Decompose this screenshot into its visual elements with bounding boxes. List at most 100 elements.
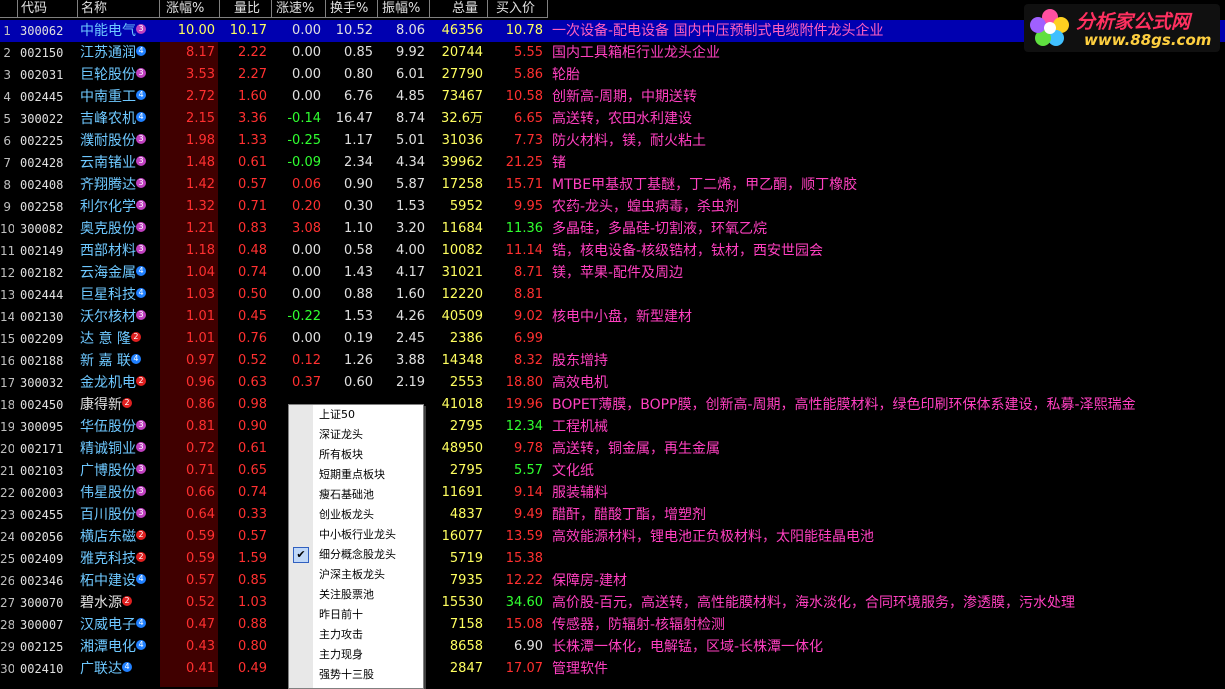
total-volume: 48950: [441, 441, 483, 456]
header-bid-price[interactable]: 买入价: [488, 0, 548, 18]
table-row[interactable]: 27 300070 0.52 1.03 15530 34.60 高价股-百元，高送转，高性能…: [0, 592, 1225, 614]
menu-item[interactable]: 沪深主板龙头: [289, 565, 423, 585]
stock-name-text: 达 意 隆: [80, 331, 131, 347]
menu-item[interactable]: 主力攻击: [289, 625, 423, 645]
turnover-percent: 6.76: [344, 89, 373, 104]
menu-item[interactable]: 强势十三股: [289, 665, 423, 685]
menu-item[interactable]: 短期重点板块: [289, 465, 423, 485]
table-row[interactable]: 10 300082 1.21 0.83 3.08 1.10 3.20 11684 11.36 多晶…: [0, 218, 1225, 240]
level-badge-icon: 3: [136, 508, 146, 518]
row-index: 12: [0, 266, 14, 280]
quote-grid[interactable]: 代码 名称 涨幅% 量比 涨速% 换手% 振幅% 总量 买入价 1 300062 1…: [0, 0, 1225, 687]
amplitude-percent: 8.74: [396, 111, 425, 126]
level-badge-icon: 2: [136, 376, 146, 386]
stock-code: 002188: [20, 354, 64, 368]
stock-name-text: 新 嘉 联: [80, 353, 131, 369]
table-row[interactable]: 18 002450 0.86 0.98 41018 19.96 BOPET薄膜，BOPP膜，…: [0, 394, 1225, 416]
menu-item[interactable]: 中小板行业龙头: [289, 525, 423, 545]
table-row[interactable]: 20 002171 0.72 0.61 48950 9.78 高送转，铜金属，再生金属 精诚铜…: [0, 438, 1225, 460]
amplitude-percent: 4.85: [396, 89, 425, 104]
change-percent: 1.01: [186, 309, 215, 324]
total-volume: 8658: [449, 639, 483, 654]
volume-ratio: 0.83: [238, 221, 267, 236]
stock-name-text: 西部材料: [80, 243, 136, 259]
row-index: 25: [0, 552, 14, 566]
table-row[interactable]: 7 002428 1.48 0.61 -0.09 2.34 4.34 39962 21.25 锗 云…: [0, 152, 1225, 174]
menu-item[interactable]: 关注股票池: [289, 585, 423, 605]
bid-price: 8.81: [514, 287, 543, 302]
volume-ratio: 0.98: [238, 397, 267, 412]
table-row[interactable]: 3 002031 3.53 2.27 0.00 0.80 6.01 27790 5.86 轮胎 巨轮…: [0, 64, 1225, 86]
change-percent: 1.98: [186, 133, 215, 148]
header-idx[interactable]: [0, 0, 18, 18]
table-row[interactable]: 30 002410 0.41 0.49 2847 17.07 管理软件 广联达 4: [0, 658, 1225, 680]
volume-ratio: 0.74: [238, 265, 267, 280]
stock-code: 002150: [20, 46, 64, 60]
turnover-percent: 1.26: [344, 353, 373, 368]
level-badge-icon: 3: [136, 68, 146, 78]
table-row[interactable]: 5 300022 2.15 3.36 -0.14 16.47 8.74 32.6万 6.65 高送…: [0, 108, 1225, 130]
table-row[interactable]: 12 002182 1.04 0.74 0.00 1.43 4.17 31021 8.71 镁，苹…: [0, 262, 1225, 284]
total-volume: 11684: [441, 221, 483, 236]
menu-item[interactable]: 所有板块: [289, 445, 423, 465]
stock-name-text: 广联达: [80, 661, 122, 677]
table-row[interactable]: 11 002149 1.18 0.48 0.00 0.58 4.00 10082 11.14 锆，…: [0, 240, 1225, 262]
change-percent: 0.41: [186, 661, 215, 676]
header-change[interactable]: 涨幅%: [160, 0, 220, 18]
stock-code: 300082: [20, 222, 64, 236]
header-total-volume[interactable]: 总量: [430, 0, 488, 18]
speed-percent: 0.37: [292, 375, 321, 390]
table-row[interactable]: 15 002209 1.01 0.76 0.00 0.19 2.45 2386 6.99 达 意 …: [0, 328, 1225, 350]
speed-percent: 0.00: [292, 89, 321, 104]
bid-price: 9.02: [514, 309, 543, 324]
table-row[interactable]: 6 002225 1.98 1.33 -0.25 1.17 5.01 31036 7.73 防火材…: [0, 130, 1225, 152]
stock-name: 巨轮股份 3: [80, 64, 158, 86]
menu-item[interactable]: 瘦石基础池: [289, 485, 423, 505]
stock-name: 广博股份 3: [80, 460, 158, 482]
table-row[interactable]: 22 002003 0.66 0.74 11691 9.14 服装辅料 伟星股份 3: [0, 482, 1225, 504]
volume-ratio: 1.60: [238, 89, 267, 104]
table-row[interactable]: 9 002258 1.32 0.71 0.20 0.30 1.53 5952 9.95 农药-龙头…: [0, 196, 1225, 218]
header-speed[interactable]: 涨速%: [272, 0, 326, 18]
menu-item-label: 深证龙头: [319, 428, 363, 441]
table-row[interactable]: 16 002188 0.97 0.52 0.12 1.26 3.88 14348 8.32 股东增…: [0, 350, 1225, 372]
table-row[interactable]: 8 002408 1.42 0.57 0.06 0.90 5.87 17258 15.71 MTB…: [0, 174, 1225, 196]
table-row[interactable]: 26 002346 0.57 0.85 7935 12.22 保障房-建材 柘中建设 4: [0, 570, 1225, 592]
table-row[interactable]: 24 002056 0.59 0.57 16077 13.59 高效能源材料，锂电池正负极材…: [0, 526, 1225, 548]
total-volume: 32.6万: [441, 111, 483, 126]
table-row[interactable]: 19 300095 0.81 0.90 2795 12.34 工程机械 华伍股份 3: [0, 416, 1225, 438]
volume-ratio: 0.57: [238, 529, 267, 544]
stock-name-text: 汉威电子: [80, 617, 136, 633]
volume-ratio: 1.59: [238, 551, 267, 566]
header-amplitude[interactable]: 振幅%: [378, 0, 430, 18]
speed-percent: 3.08: [292, 221, 321, 236]
table-row[interactable]: 4 002445 2.72 1.60 0.00 6.76 4.85 73467 10.58 创新高…: [0, 86, 1225, 108]
table-row[interactable]: 23 002455 0.64 0.33 4837 9.49 醋酐，醋酸丁酯，增塑剂 百川股份 3: [0, 504, 1225, 526]
menu-item[interactable]: 主力现身: [289, 645, 423, 665]
menu-item[interactable]: 上证50: [289, 405, 423, 425]
header-turnover[interactable]: 换手%: [326, 0, 378, 18]
menu-item-label: 短期重点板块: [319, 468, 385, 481]
table-row[interactable]: 28 300007 0.47 0.88 7158 15.08 传感器，防辐射-核辐射检测 汉威…: [0, 614, 1225, 636]
checkmark-icon: ✔: [293, 547, 309, 563]
stock-code: 002125: [20, 640, 64, 654]
menu-item[interactable]: 深证龙头: [289, 425, 423, 445]
bid-price: 21.25: [505, 155, 543, 170]
table-row[interactable]: 14 002130 1.01 0.45 -0.22 1.53 4.26 40509 9.02 核电…: [0, 306, 1225, 328]
change-percent: 0.81: [186, 419, 215, 434]
menu-item-label: 昨日前十: [319, 608, 363, 621]
table-row[interactable]: 29 002125 0.43 0.80 8658 6.90 长株潭一体化，电解锰，区域-长株…: [0, 636, 1225, 658]
menu-item[interactable]: 创业板龙头: [289, 505, 423, 525]
menu-item[interactable]: 昨日前十: [289, 605, 423, 625]
table-row[interactable]: 13 002444 1.03 0.50 0.00 0.88 1.60 12220 8.81 巨星科…: [0, 284, 1225, 306]
stock-name-text: 沃尔核材: [80, 309, 136, 325]
table-row[interactable]: 21 002103 0.71 0.65 2795 5.57 文化纸 广博股份 3: [0, 460, 1225, 482]
menu-item[interactable]: ✔ 细分概念股龙头: [289, 545, 423, 565]
table-row[interactable]: 25 002409 0.59 1.59 5719 15.38 雅克科技 2: [0, 548, 1225, 570]
header-code[interactable]: 代码: [18, 0, 78, 18]
stock-code: 002409: [20, 552, 64, 566]
table-row[interactable]: 17 300032 0.96 0.63 0.37 0.60 2.19 2553 18.80 高效电…: [0, 372, 1225, 394]
header-volume-ratio[interactable]: 量比: [220, 0, 272, 18]
header-name[interactable]: 名称: [78, 0, 160, 18]
row-index: 30: [0, 662, 14, 676]
